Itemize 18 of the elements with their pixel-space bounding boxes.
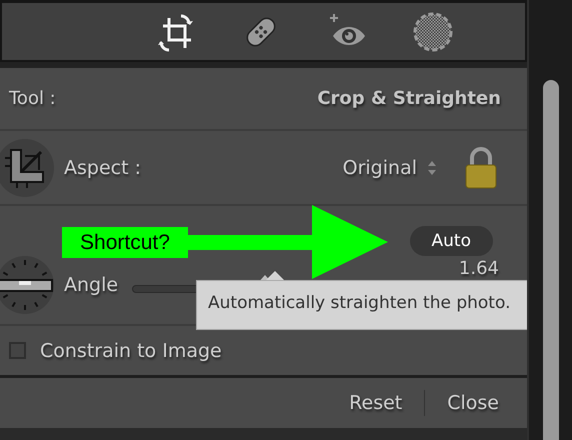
auto-button[interactable]: Auto <box>410 226 493 256</box>
aspect-label: Aspect : <box>64 156 141 178</box>
checkbox[interactable] <box>9 342 26 359</box>
scrollbar-thumb[interactable] <box>542 80 558 440</box>
angle-value: 1.64 <box>458 258 499 278</box>
constrain-label: Constrain to Image <box>40 340 222 362</box>
tool-label: Tool : <box>9 88 56 109</box>
tool-name: Crop & Straighten <box>317 88 501 109</box>
footer-button[interactable]: Close <box>447 392 499 414</box>
annotation-label: Shortcut? <box>79 230 171 256</box>
footer-button[interactable]: Reset <box>349 392 402 414</box>
stepper-icon <box>427 160 437 176</box>
angle-label: Angle <box>64 274 118 296</box>
padlock-icon[interactable] <box>463 146 499 190</box>
tooltip: Automatically straighten the photo. <box>196 280 527 330</box>
dotted-circle-icon <box>412 12 452 52</box>
tool-button[interactable] <box>412 12 452 52</box>
aspect-dropdown[interactable]: Original <box>342 156 437 178</box>
